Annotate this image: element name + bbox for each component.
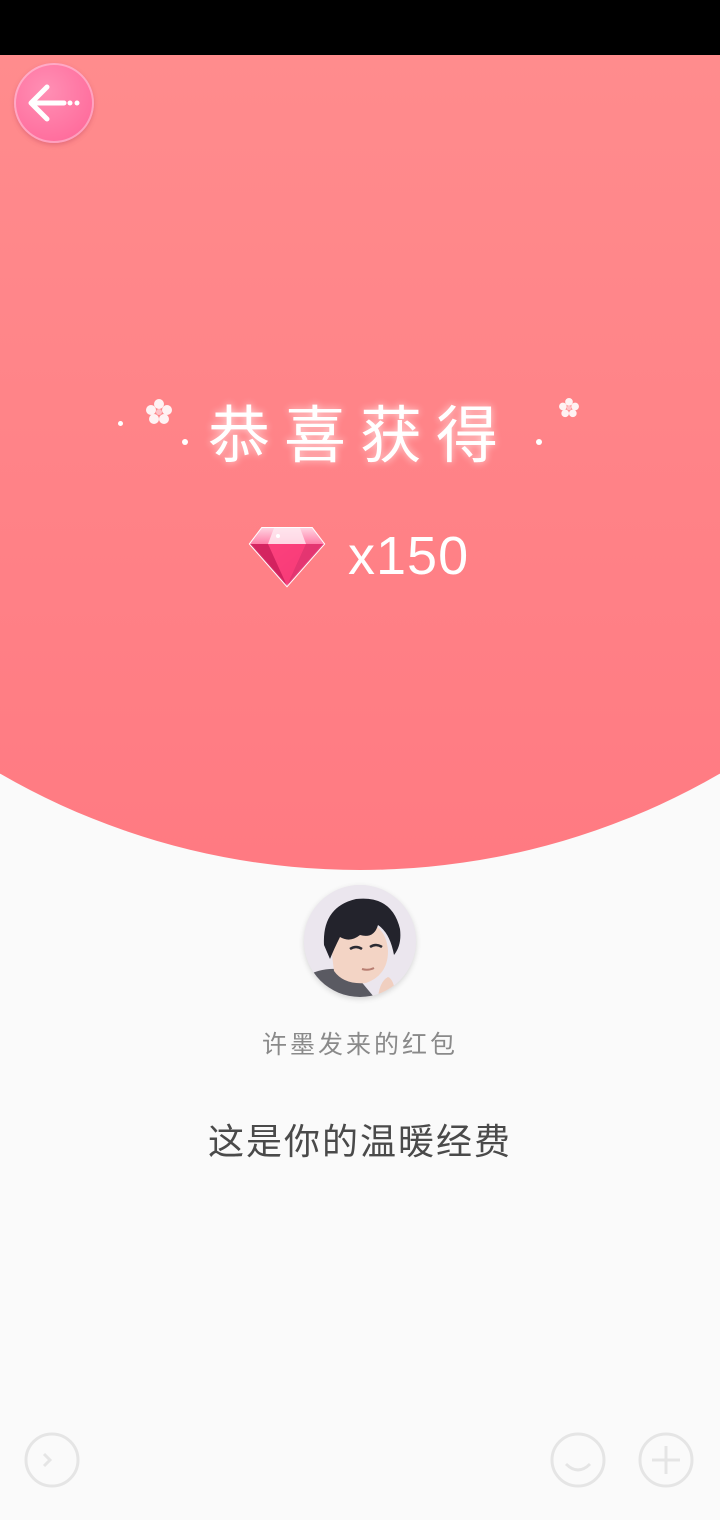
voice-icon xyxy=(24,1432,80,1488)
status-bar xyxy=(0,0,720,55)
reward-row: x150 xyxy=(248,521,469,591)
pink-diamond-icon xyxy=(248,527,326,588)
sender-label: 许墨发来的红包 xyxy=(261,1030,458,1059)
packet-message: 这是你的温暖经费 xyxy=(207,1122,512,1163)
emoji-icon xyxy=(550,1432,606,1488)
red-packet-screen: 恭喜获得 x150 许墨发来的红包 这是你的温暖经费 xyxy=(0,55,720,1520)
back-arrow-icon xyxy=(28,84,80,122)
sender-avatar[interactable] xyxy=(304,885,416,997)
back-button[interactable] xyxy=(14,63,94,143)
congrats-title: 恭喜获得 xyxy=(207,399,512,472)
plus-icon xyxy=(638,1432,694,1488)
reward-count: x150 xyxy=(348,526,470,586)
character-avatar xyxy=(304,885,416,997)
